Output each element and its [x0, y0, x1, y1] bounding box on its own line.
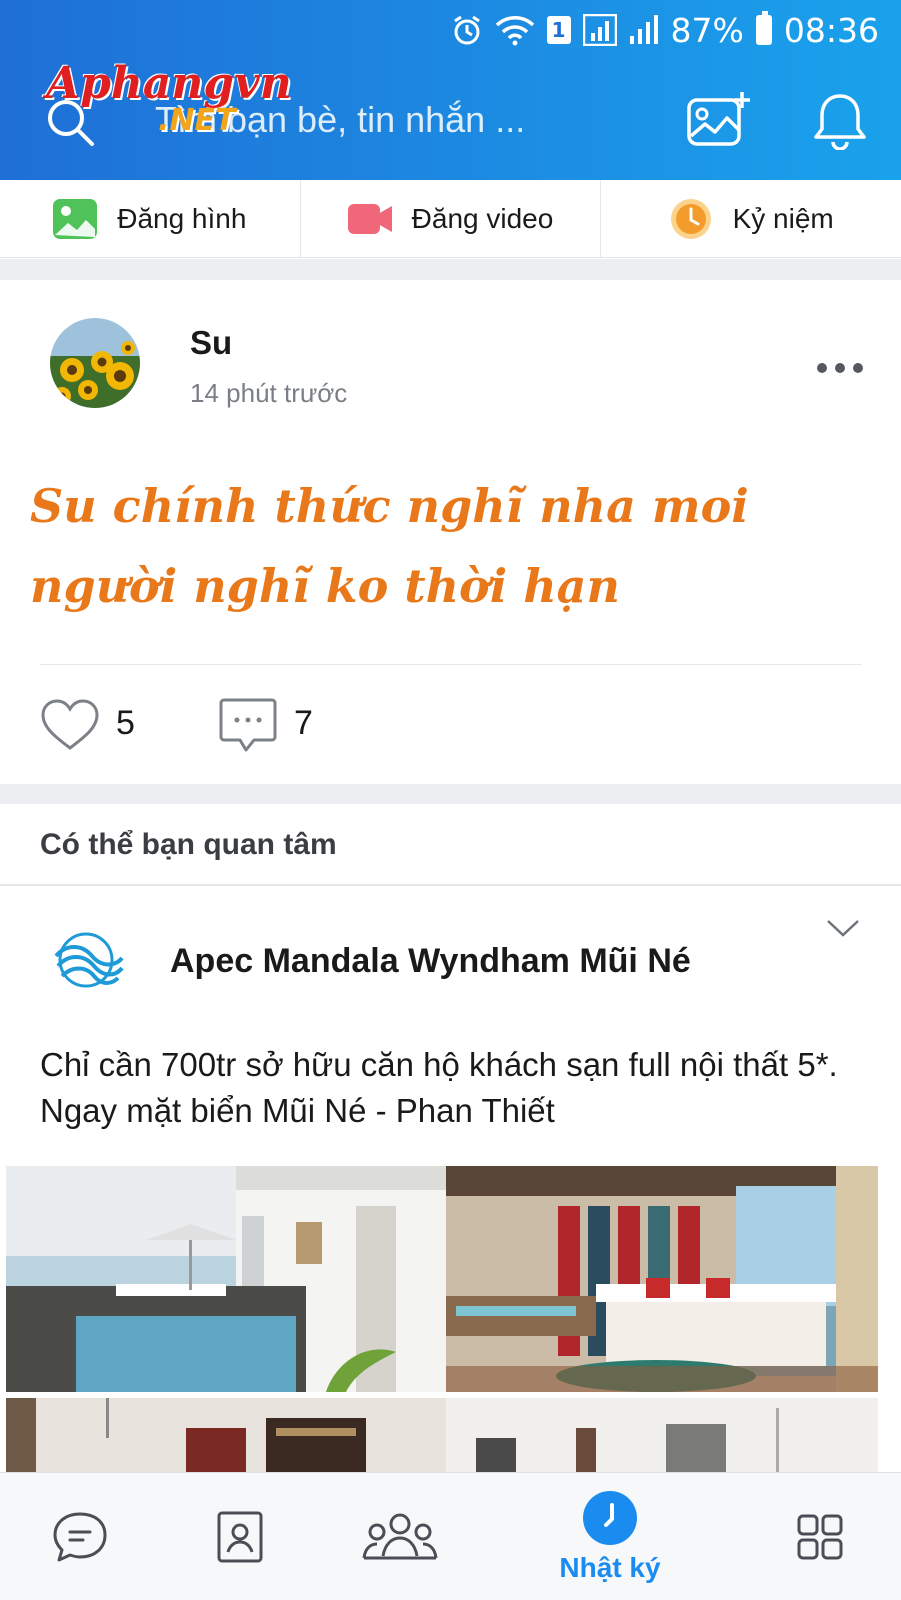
groups-icon — [362, 1513, 438, 1560]
add-photo-icon[interactable] — [686, 90, 752, 150]
suggestions-header: Có thể bạn quan tâm — [0, 804, 901, 886]
bell-icon[interactable] — [812, 90, 868, 150]
nav-contacts[interactable] — [200, 1473, 280, 1600]
ad-photo-interior-1[interactable] — [6, 1398, 446, 1472]
section-gap — [0, 784, 901, 804]
chevron-down-icon[interactable] — [826, 918, 860, 938]
comment-icon[interactable] — [218, 696, 278, 756]
ad-photo-pool[interactable] — [6, 1166, 446, 1392]
heart-icon[interactable] — [40, 698, 100, 752]
chat-icon — [53, 1512, 107, 1562]
more-options-icon[interactable] — [816, 362, 864, 374]
divider — [40, 664, 862, 665]
nav-messages[interactable] — [40, 1473, 120, 1600]
post-status-text: Su chính thức nghĩ nha moi người nghĩ ko… — [30, 479, 749, 613]
app-header: 1 87% 08:36 Aphangvn .NET — [0, 0, 901, 180]
post-photo-label: Đăng hình — [117, 202, 247, 234]
post-video-label: Đăng video — [411, 202, 554, 234]
sim-badge: 1 — [546, 16, 571, 44]
quick-actions-bar: Đăng hình Đăng video Kỷ niệm — [0, 180, 901, 258]
search-input[interactable] — [155, 90, 635, 150]
memories-label: Kỷ niệm — [732, 202, 834, 234]
signal-icon — [582, 14, 617, 46]
ad-photo-bedroom[interactable] — [446, 1166, 878, 1392]
video-icon — [347, 203, 392, 234]
bottom-navigation: Nhật ký — [0, 1472, 901, 1600]
nav-more[interactable] — [780, 1473, 860, 1600]
toolbar: Aphangvn .NET — [0, 60, 901, 180]
photo-icon — [53, 198, 98, 239]
memories-button[interactable]: Kỷ niệm — [601, 180, 901, 257]
section-gap — [0, 259, 901, 280]
more-apps-icon — [797, 1514, 843, 1560]
nav-timeline[interactable]: Nhật ký — [540, 1473, 680, 1600]
feed-post: Su 14 phút trước Su chính thức nghĩ nha … — [0, 280, 901, 784]
clock-memory-icon — [670, 198, 711, 239]
nav-timeline-label: Nhật ký — [559, 1552, 661, 1583]
clock-time: 08:36 — [783, 10, 879, 50]
post-time: 14 phút trước — [190, 378, 348, 408]
post-author[interactable]: Su — [190, 324, 232, 362]
avatar[interactable] — [50, 318, 140, 408]
ad-description: Chỉ cần 700tr sở hữu căn hộ khách sạn fu… — [40, 1046, 838, 1129]
wifi-icon — [495, 14, 535, 46]
brand-logo[interactable] — [48, 930, 124, 990]
battery-icon — [755, 11, 772, 45]
search-icon[interactable] — [44, 96, 96, 148]
advertiser-name[interactable]: Apec Mandala Wyndham Mũi Né — [170, 942, 691, 981]
contacts-icon — [217, 1511, 263, 1563]
post-photo-button[interactable]: Đăng hình — [0, 180, 301, 257]
status-bar: 1 87% 08:36 — [0, 0, 901, 60]
suggestions-title: Có thể bạn quan tâm — [40, 828, 337, 861]
signal-icon-2 — [629, 14, 659, 46]
timeline-icon — [583, 1491, 637, 1545]
like-count: 5 — [116, 704, 135, 742]
comment-count: 7 — [294, 704, 313, 742]
ad-photo-interior-2[interactable] — [446, 1398, 878, 1472]
post-video-button[interactable]: Đăng video — [301, 180, 602, 257]
nav-groups[interactable] — [355, 1473, 445, 1600]
battery-percent: 87% — [670, 10, 744, 50]
sponsored-post: Apec Mandala Wyndham Mũi Né Chỉ cần 700t… — [0, 888, 901, 1472]
alarm-icon — [451, 14, 483, 46]
